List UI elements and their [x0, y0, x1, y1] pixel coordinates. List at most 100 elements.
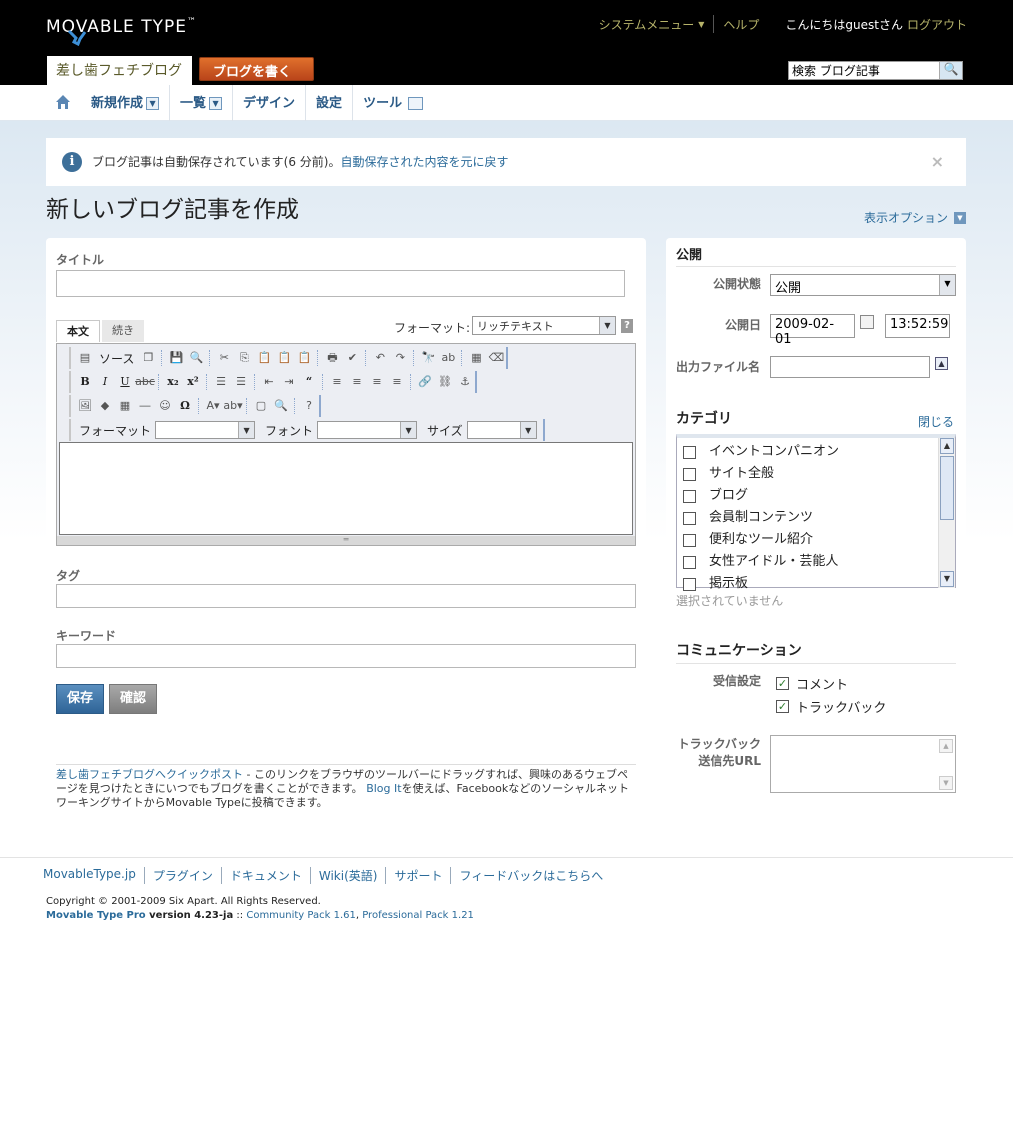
comment-checkbox[interactable]: ✓ コメント [776, 674, 848, 693]
superscript-icon[interactable]: x² [183, 373, 203, 391]
search-icon[interactable]: 🔍 [939, 62, 962, 79]
template-icon[interactable]: ❐ [138, 349, 158, 367]
unlink-icon[interactable]: ⛓ [435, 373, 455, 391]
help-icon[interactable]: ? [621, 319, 633, 333]
scroll-up-icon[interactable]: ▲ [939, 739, 953, 753]
numbered-list-icon[interactable]: ☰ [211, 373, 231, 391]
calendar-icon[interactable] [860, 315, 874, 329]
save-button[interactable]: 保存 [56, 684, 104, 714]
strikethrough-icon[interactable]: abc [135, 373, 155, 391]
special-char-icon[interactable]: Ω [175, 397, 195, 415]
checkbox[interactable] [683, 511, 696, 525]
copy-icon[interactable]: ⎘ [234, 349, 254, 367]
source-icon[interactable]: ▤ [75, 349, 95, 367]
nav-settings[interactable]: 設定 [306, 85, 354, 121]
footer-link-support[interactable]: サポート [385, 867, 450, 884]
blog-it-link[interactable]: Blog It [366, 782, 401, 795]
table-icon[interactable]: ▦ [115, 397, 135, 415]
font-dropdown[interactable]: ▼ [317, 421, 418, 439]
smiley-icon[interactable]: ☺ [155, 397, 175, 415]
tab-body[interactable]: 本文 [56, 320, 100, 342]
cut-icon[interactable]: ✂ [214, 349, 234, 367]
outdent-icon[interactable]: ⇤ [259, 373, 279, 391]
scroll-thumb[interactable] [940, 456, 954, 520]
quickpost-link[interactable]: 差し歯フェチブログへクイックポスト [56, 768, 243, 781]
chevron-down-icon[interactable]: ▼ [146, 96, 160, 110]
format-dropdown[interactable]: ▼ [155, 421, 256, 439]
footer-link-plugins[interactable]: プラグイン [143, 867, 221, 884]
nav-design[interactable]: デザイン [233, 85, 307, 121]
output-file-input[interactable] [770, 356, 930, 378]
align-center-icon[interactable]: ≡ [347, 373, 367, 391]
checkbox[interactable] [683, 467, 696, 481]
select-all-icon[interactable]: ▦ [466, 349, 486, 367]
keywords-input[interactable] [56, 644, 636, 668]
bold-icon[interactable]: B [75, 373, 95, 391]
professional-pack-link[interactable]: Professional Pack 1.21 [362, 910, 474, 921]
system-menu-link[interactable]: システムメニュー [599, 16, 695, 33]
trackback-url-textarea[interactable]: ▲ ▼ [770, 735, 956, 793]
title-input[interactable] [56, 270, 625, 297]
link-icon[interactable]: 🔗 [415, 373, 435, 391]
list-icon[interactable] [408, 96, 424, 110]
tab-more[interactable]: 続き [102, 320, 144, 342]
checkbox[interactable] [683, 555, 696, 569]
indent-icon[interactable]: ⇥ [279, 373, 299, 391]
footer-link-wiki[interactable]: Wiki(英語) [309, 867, 386, 884]
align-justify-icon[interactable]: ≡ [387, 373, 407, 391]
footer-link-docs[interactable]: ドキュメント [220, 867, 310, 884]
scroll-down-icon[interactable]: ▼ [940, 571, 954, 587]
product-link[interactable]: Movable Type Pro [46, 910, 146, 921]
check-icon[interactable]: ✓ [776, 677, 789, 690]
anchor-icon[interactable]: ⚓ [455, 373, 475, 391]
source-button[interactable]: ソース [95, 350, 138, 367]
paste-word-icon[interactable]: 📋 [294, 349, 314, 367]
help-link[interactable]: ヘルプ [723, 16, 759, 33]
tags-input[interactable] [56, 584, 636, 608]
checkbox[interactable] [683, 489, 696, 503]
save-icon[interactable]: 💾 [166, 349, 186, 367]
category-item[interactable]: 会員制コンテンツ [677, 504, 939, 526]
category-item[interactable]: 掲示板 [677, 570, 939, 592]
format-select[interactable]: リッチテキスト ▼ [472, 316, 616, 335]
eraser-icon[interactable]: ⌫ [486, 349, 506, 367]
chevron-down-icon[interactable]: ▼ [209, 96, 223, 110]
footer-link-movabletype[interactable]: MovableType.jp [43, 867, 144, 884]
image-icon[interactable]: 🖼 [75, 397, 95, 415]
check-icon[interactable]: ✓ [776, 700, 789, 713]
category-item[interactable]: 便利なツール紹介 [677, 526, 939, 548]
about-icon[interactable]: ? [299, 397, 319, 415]
trackback-checkbox[interactable]: ✓ トラックバック [776, 697, 886, 716]
italic-icon[interactable]: I [95, 373, 115, 391]
category-close-link[interactable]: 閉じる [918, 413, 954, 430]
print-icon[interactable]: 🖶 [322, 349, 342, 367]
checkbox[interactable] [683, 577, 696, 591]
category-item[interactable]: 女性アイドル・芸能人 [677, 548, 939, 570]
nav-tools[interactable]: ツール [353, 85, 433, 121]
write-blog-button[interactable]: ブログを書く [199, 57, 314, 81]
category-item[interactable]: イベントコンパニオン [677, 438, 939, 460]
replace-icon[interactable]: ab [438, 349, 458, 367]
maximize-icon[interactable]: ▢ [251, 397, 271, 415]
checkbox[interactable] [683, 445, 696, 459]
checkbox[interactable] [683, 533, 696, 547]
horizontal-rule-icon[interactable]: ― [135, 397, 155, 415]
community-pack-link[interactable]: Community Pack 1.61 [246, 910, 356, 921]
subscript-icon[interactable]: x₂ [163, 373, 183, 391]
close-icon[interactable]: × [931, 152, 944, 171]
status-select[interactable]: 公開 ▼ [770, 274, 956, 296]
bulleted-list-icon[interactable]: ☰ [231, 373, 251, 391]
search-input[interactable] [789, 62, 939, 79]
paste-text-icon[interactable]: 📋 [274, 349, 294, 367]
redo-icon[interactable]: ↷ [390, 349, 410, 367]
preview-icon[interactable]: 🔍 [186, 349, 206, 367]
nav-new[interactable]: 新規作成 ▼ [81, 85, 171, 121]
text-color-icon[interactable]: A▾ [203, 397, 223, 415]
align-left-icon[interactable]: ≡ [327, 373, 347, 391]
size-dropdown[interactable]: ▼ [466, 421, 537, 439]
home-icon[interactable] [55, 94, 71, 110]
flash-icon[interactable]: ◆ [95, 397, 115, 415]
category-item[interactable]: ブログ [677, 482, 939, 504]
paste-icon[interactable]: 📋 [254, 349, 274, 367]
spellcheck-icon[interactable]: ✔ [342, 349, 362, 367]
